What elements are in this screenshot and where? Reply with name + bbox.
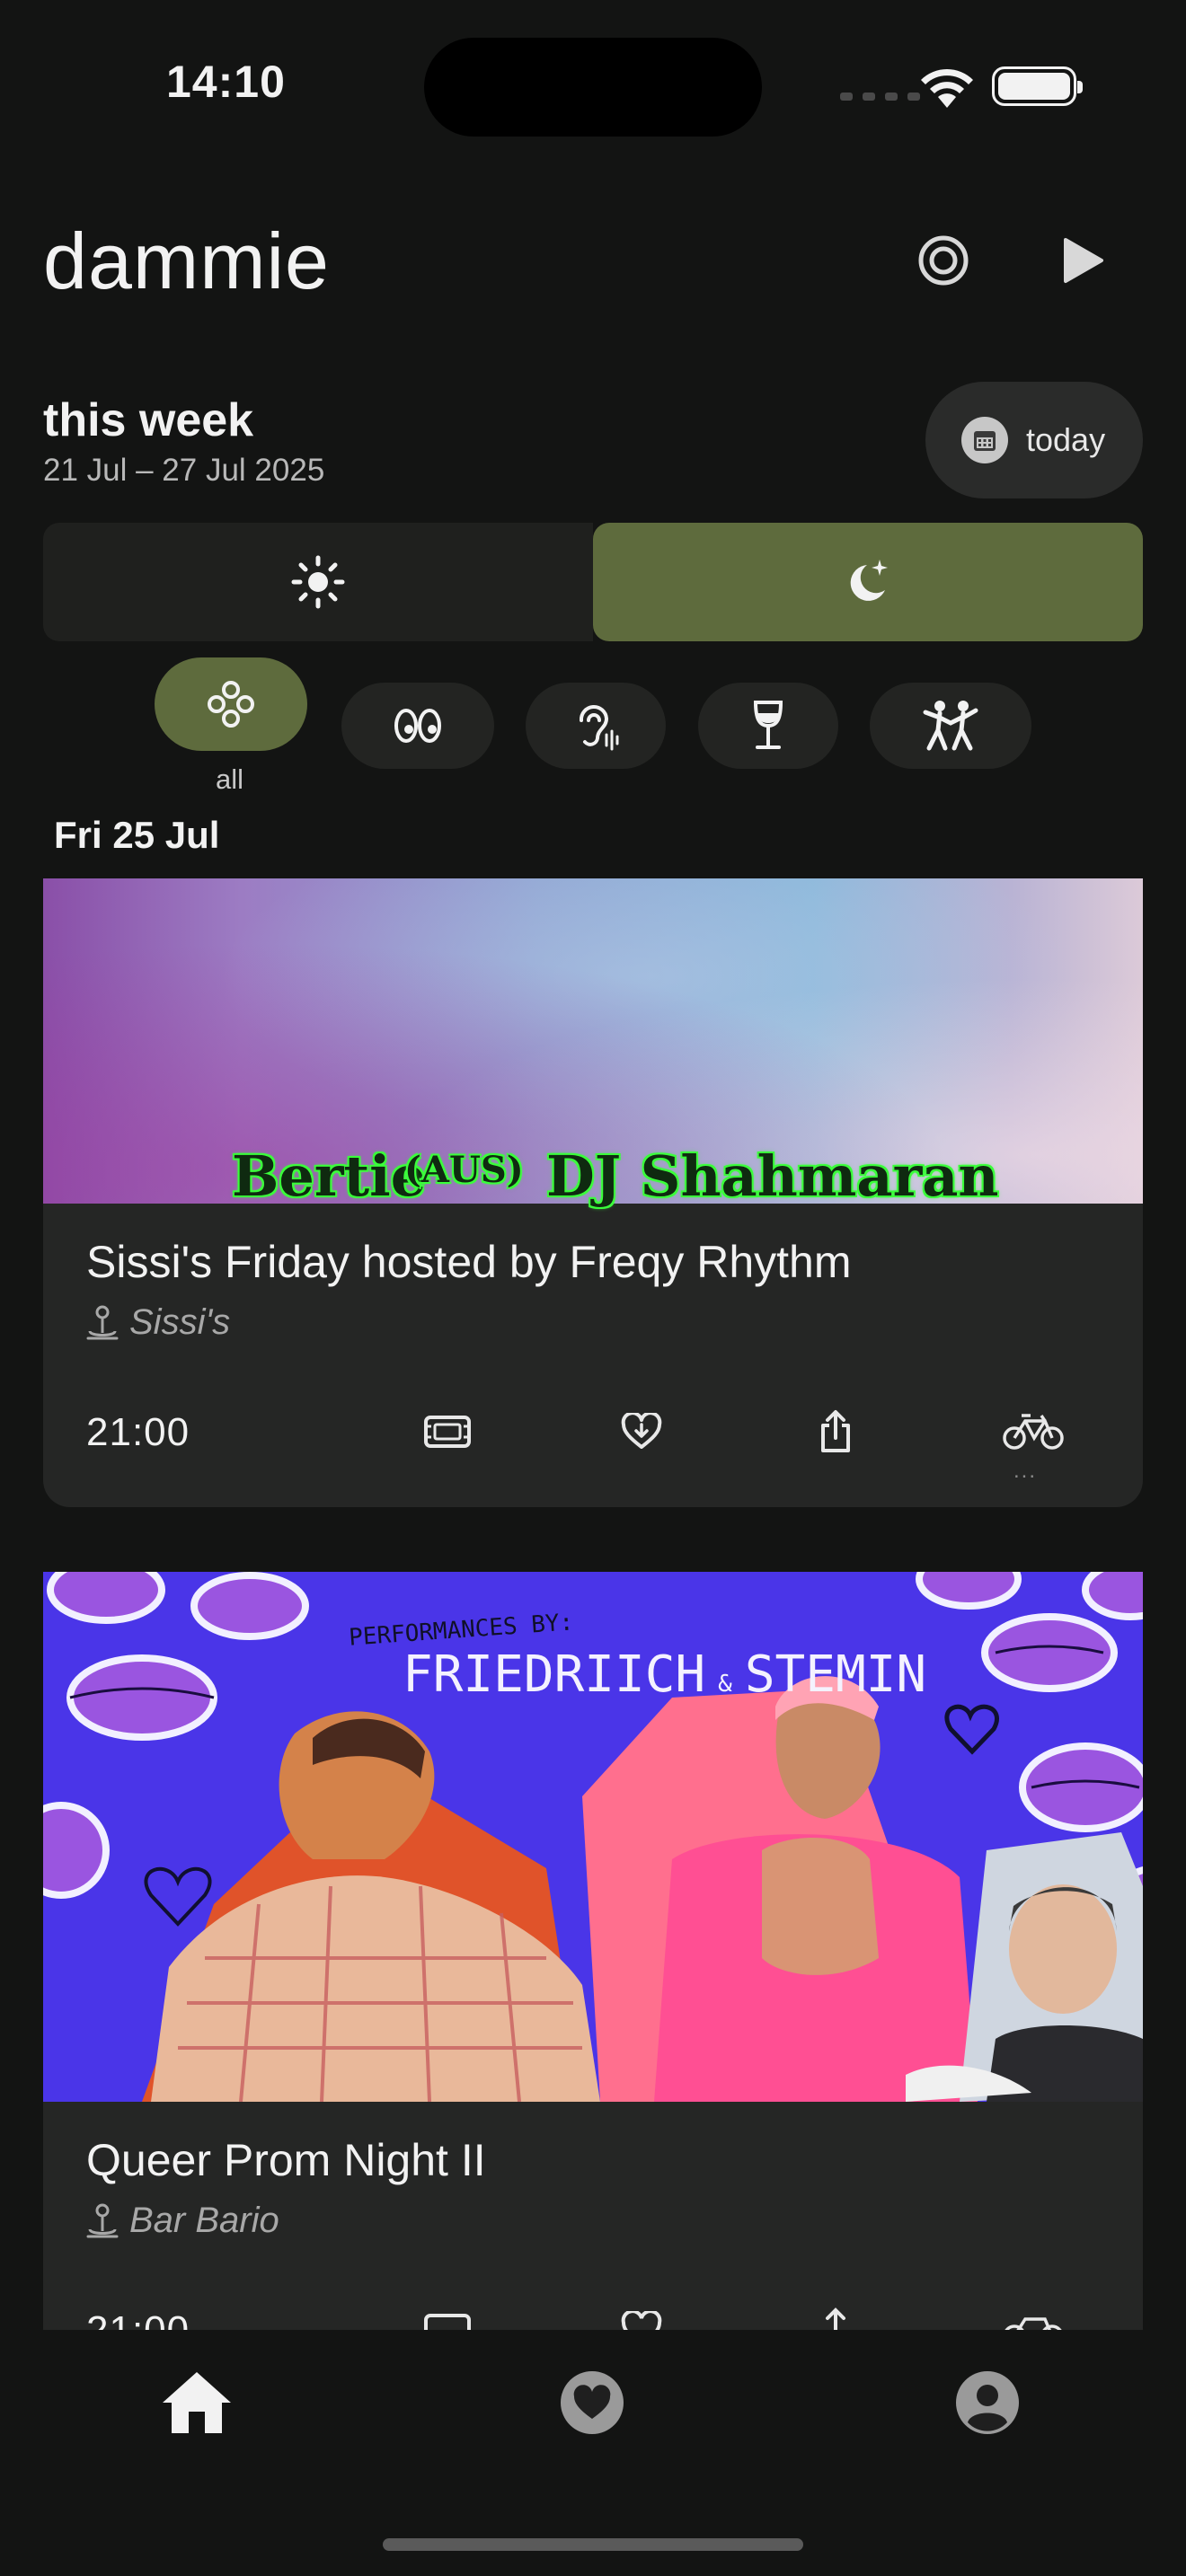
ticket-button[interactable] bbox=[419, 2301, 476, 2330]
today-button[interactable]: today bbox=[925, 382, 1143, 498]
event-time: 21:00 bbox=[86, 2308, 190, 2330]
event-venue: Sissi's bbox=[129, 1302, 231, 1342]
nighttime-toggle[interactable] bbox=[593, 523, 1143, 641]
filter-dance[interactable] bbox=[870, 683, 1031, 769]
week-range: 21 Jul – 27 Jul 2025 bbox=[43, 453, 325, 488]
battery-icon bbox=[992, 66, 1083, 106]
play-button[interactable] bbox=[1051, 229, 1114, 292]
ticket-button[interactable] bbox=[419, 1403, 476, 1460]
event-card[interactable]: Bertie (AUS) DJ Shahmaran Sissi's Friday… bbox=[43, 878, 1143, 1507]
target-button[interactable] bbox=[912, 229, 975, 292]
banner-artist-left: Bertie bbox=[232, 1143, 427, 1209]
profile-icon bbox=[956, 2371, 1019, 2434]
wifi-icon bbox=[918, 65, 976, 114]
filter-drinks[interactable] bbox=[698, 683, 838, 769]
banner-ampersand: & bbox=[718, 1671, 732, 1698]
bicycle-icon bbox=[1003, 1414, 1064, 1450]
event-title: Queer Prom Night II bbox=[86, 2135, 486, 2185]
filter-watch[interactable] bbox=[341, 683, 494, 769]
banner-artist-left-origin: (AUS) bbox=[404, 1149, 524, 1191]
bike-route-button[interactable] bbox=[999, 2301, 1067, 2330]
dynamic-island bbox=[424, 38, 762, 137]
cellular-signal-icon bbox=[840, 93, 920, 101]
heart-download-icon bbox=[621, 2311, 662, 2330]
all-icon bbox=[208, 681, 254, 728]
target-icon bbox=[918, 235, 969, 286]
heart-circle-icon bbox=[561, 2371, 624, 2434]
location-pin-icon bbox=[86, 1305, 119, 1339]
eyes-icon bbox=[394, 709, 441, 743]
event-banner-image: Bertie (AUS) DJ Shahmaran bbox=[43, 878, 1143, 1209]
event-banner-image: PERFORMANCES BY: FRIEDRIICH & STEMIN bbox=[43, 1572, 1143, 2102]
play-icon bbox=[1064, 238, 1103, 283]
more-indicator: ... bbox=[1013, 1459, 1038, 1483]
dance-icon bbox=[923, 701, 978, 751]
event-venue: Bar Bario bbox=[129, 2201, 279, 2240]
ticket-icon bbox=[424, 1416, 471, 1448]
banner-performer-b: STEMIN bbox=[744, 1645, 927, 1704]
wine-glass-icon bbox=[753, 701, 783, 749]
moon-stars-icon bbox=[850, 560, 888, 601]
event-title: Sissi's Friday hosted by Freqy Rhythm bbox=[86, 1237, 852, 1287]
filter-all[interactable] bbox=[155, 657, 307, 751]
day-heading: Fri 25 Jul bbox=[54, 814, 220, 856]
home-icon bbox=[163, 2372, 231, 2433]
share-button[interactable] bbox=[807, 1403, 864, 1460]
share-icon bbox=[821, 1410, 850, 1452]
tab-favorites[interactable] bbox=[552, 2362, 633, 2443]
status-time: 14:10 bbox=[166, 57, 286, 107]
filter-listen[interactable] bbox=[526, 683, 666, 769]
filter-all-label: all bbox=[216, 763, 244, 795]
favorite-button[interactable] bbox=[613, 2301, 670, 2330]
tab-profile[interactable] bbox=[947, 2362, 1028, 2443]
banner-performer-a: FRIEDRIICH bbox=[403, 1645, 706, 1704]
event-card[interactable]: PERFORMANCES BY: FRIEDRIICH & STEMIN Que… bbox=[43, 1572, 1143, 2330]
bike-route-button[interactable] bbox=[999, 1403, 1067, 1460]
location-pin-icon bbox=[86, 2203, 119, 2237]
sun-icon bbox=[291, 555, 345, 609]
event-time: 21:00 bbox=[86, 1410, 190, 1454]
favorite-button[interactable] bbox=[613, 1403, 670, 1460]
app-title: dammie bbox=[43, 216, 330, 305]
banner-artist-right: DJ Shahmaran bbox=[546, 1143, 999, 1209]
share-button[interactable] bbox=[807, 2301, 864, 2330]
bicycle-icon bbox=[1005, 2317, 1062, 2330]
home-indicator bbox=[383, 2538, 803, 2551]
listen-icon bbox=[579, 704, 619, 751]
week-title: this week bbox=[43, 394, 254, 446]
today-label: today bbox=[1026, 421, 1106, 458]
ticket-icon bbox=[424, 2314, 471, 2330]
tab-home[interactable] bbox=[156, 2362, 237, 2443]
heart-download-icon bbox=[621, 1413, 662, 1449]
daytime-toggle[interactable] bbox=[43, 523, 593, 641]
share-icon bbox=[826, 2307, 845, 2330]
calendar-icon bbox=[961, 417, 1008, 463]
